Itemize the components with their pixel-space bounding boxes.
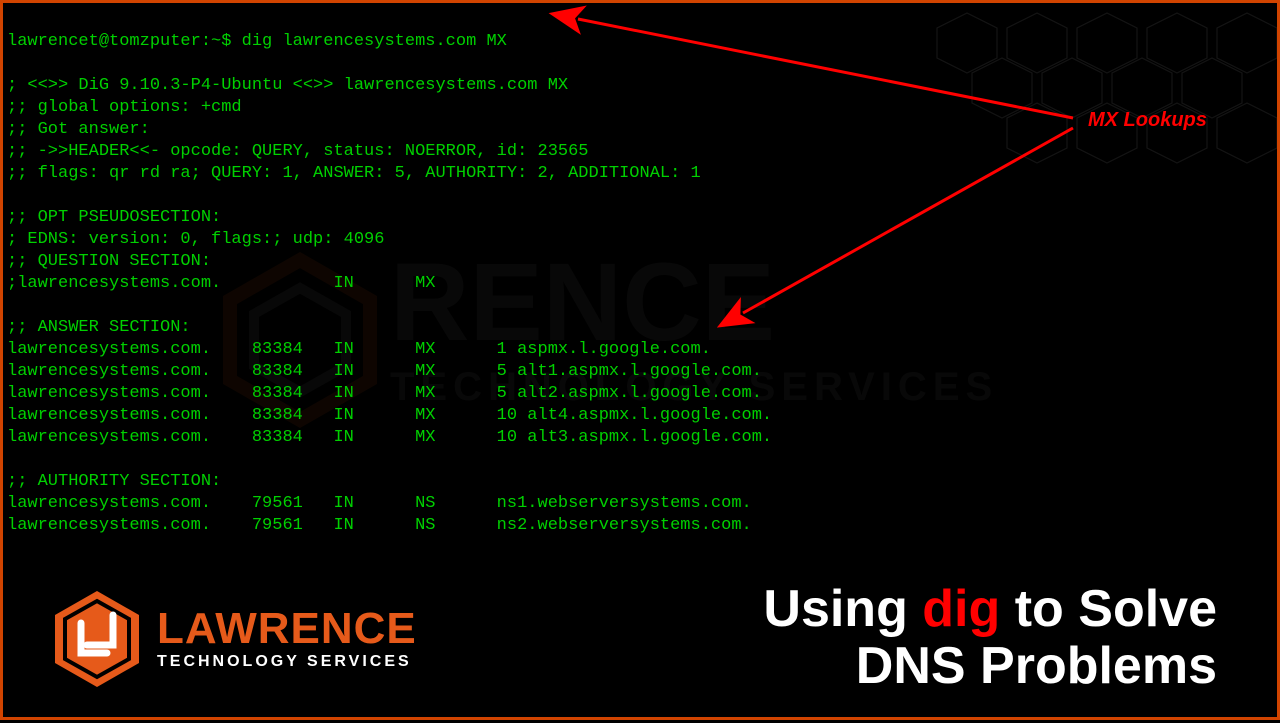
question-section-hdr: ;; QUESTION SECTION:: [7, 252, 211, 271]
answer-row: lawrencesystems.com. 83384 IN MX 1 aspmx…: [7, 340, 711, 359]
logo-text-main: LAWRENCE: [157, 607, 417, 651]
brand-logo: LAWRENCE TECHNOLOGY SERVICES: [51, 589, 417, 689]
title-part-2: to Solve: [1000, 580, 1217, 638]
title-part-3: DNS Problems: [763, 638, 1217, 695]
video-title: Using dig to Solve DNS Problems: [763, 581, 1217, 695]
edns-line: ; EDNS: version: 0, flags:; udp: 4096: [7, 230, 384, 249]
authority-row: lawrencesystems.com. 79561 IN NS ns2.web…: [7, 516, 752, 535]
terminal-prompt-line: lawrencet@tomzputer:~$ dig lawrencesyste…: [7, 32, 507, 51]
title-part-1: Using: [763, 580, 922, 638]
logo-text-sub: TECHNOLOGY SERVICES: [157, 653, 417, 671]
answer-row: lawrencesystems.com. 83384 IN MX 5 alt2.…: [7, 384, 762, 403]
answer-row: lawrencesystems.com. 83384 IN MX 5 alt1.…: [7, 362, 762, 381]
title-highlight: dig: [922, 580, 1000, 638]
answer-row: lawrencesystems.com. 83384 IN MX 10 alt3…: [7, 428, 772, 447]
opt-pseudosection-hdr: ;; OPT PSEUDOSECTION:: [7, 208, 221, 227]
authority-row: lawrencesystems.com. 79561 IN NS ns1.web…: [7, 494, 752, 513]
terminal-output: lawrencet@tomzputer:~$ dig lawrencesyste…: [7, 9, 772, 537]
answer-section-hdr: ;; ANSWER SECTION:: [7, 318, 191, 337]
dig-banner: ; <<>> DiG 9.10.3-P4-Ubuntu <<>> lawrenc…: [7, 76, 568, 95]
flags-line: ;; flags: qr rd ra; QUERY: 1, ANSWER: 5,…: [7, 164, 701, 183]
global-options: ;; global options: +cmd: [7, 98, 242, 117]
header-line: ;; ->>HEADER<<- opcode: QUERY, status: N…: [7, 142, 589, 161]
question-line: ;lawrencesystems.com. IN MX: [7, 274, 435, 293]
logo-hex-icon: [51, 589, 143, 689]
authority-section-hdr: ;; AUTHORITY SECTION:: [7, 472, 221, 491]
answer-row: lawrencesystems.com. 83384 IN MX 10 alt4…: [7, 406, 772, 425]
got-answer: ;; Got answer:: [7, 120, 150, 139]
annotation-label: MX Lookups: [1088, 109, 1207, 132]
hex-pattern-bg: [927, 3, 1277, 183]
